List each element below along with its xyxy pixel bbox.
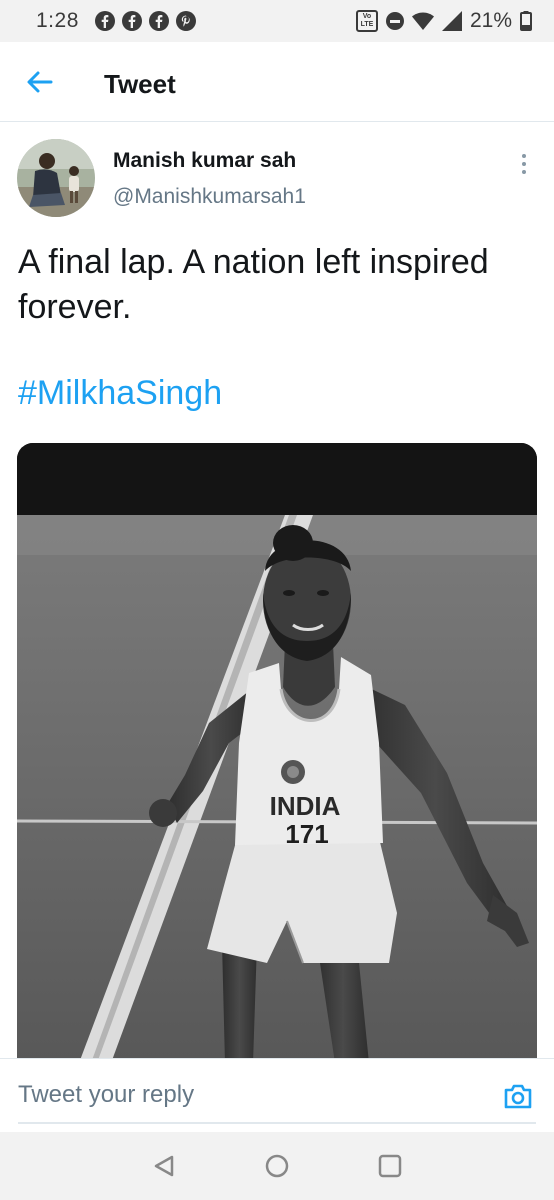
status-bar: 1:28 Vo LTE 21% [0, 0, 554, 42]
nav-recents-button[interactable] [376, 1152, 404, 1180]
system-nav-bar [0, 1132, 554, 1200]
notification-icons [95, 11, 196, 31]
nav-recents-icon [378, 1154, 402, 1178]
jersey-number: 171 [285, 819, 328, 849]
more-options-button[interactable] [512, 150, 536, 178]
more-dot-icon [522, 154, 526, 158]
system-icons: Vo LTE 21% [355, 9, 532, 33]
back-arrow-icon [27, 71, 53, 93]
wifi-icon [411, 12, 434, 30]
author-name[interactable]: Manish kumar sah [113, 149, 296, 173]
nav-back-icon [154, 1155, 174, 1177]
camera-icon [504, 1084, 532, 1109]
page-title: Tweet [104, 69, 176, 99]
nav-home-icon [265, 1154, 289, 1178]
reply-bar: Tweet your reply [0, 1058, 554, 1132]
facebook-icon [149, 11, 169, 31]
app-header: Tweet [0, 42, 554, 122]
do-not-disturb-icon [385, 12, 404, 30]
facebook-icon [122, 11, 142, 31]
back-button[interactable] [24, 66, 56, 98]
more-dot-icon [522, 170, 526, 174]
battery-icon [520, 11, 532, 31]
nav-home-button[interactable] [263, 1152, 291, 1180]
status-time: 1:28 [36, 9, 79, 32]
cell-signal-icon [441, 11, 462, 31]
reply-underline [18, 1122, 536, 1124]
reply-input[interactable]: Tweet your reply [18, 1081, 194, 1109]
tweet-text: A final lap. A nation left inspired fore… [18, 243, 489, 326]
tweet-image[interactable]: INDIA 171 [17, 443, 537, 1063]
pinterest-icon [176, 11, 196, 31]
author-handle[interactable]: @Manishkumarsah1 [113, 185, 306, 209]
hashtag-link[interactable]: #MilkhaSingh [18, 374, 222, 413]
camera-button[interactable] [502, 1080, 534, 1112]
battery-percent: 21% [469, 9, 512, 32]
volte-icon: Vo LTE [355, 10, 378, 32]
more-dot-icon [522, 162, 526, 166]
facebook-icon [95, 11, 115, 31]
avatar[interactable] [17, 139, 95, 217]
nav-back-button[interactable] [150, 1152, 178, 1180]
jersey-text: INDIA [270, 791, 341, 821]
